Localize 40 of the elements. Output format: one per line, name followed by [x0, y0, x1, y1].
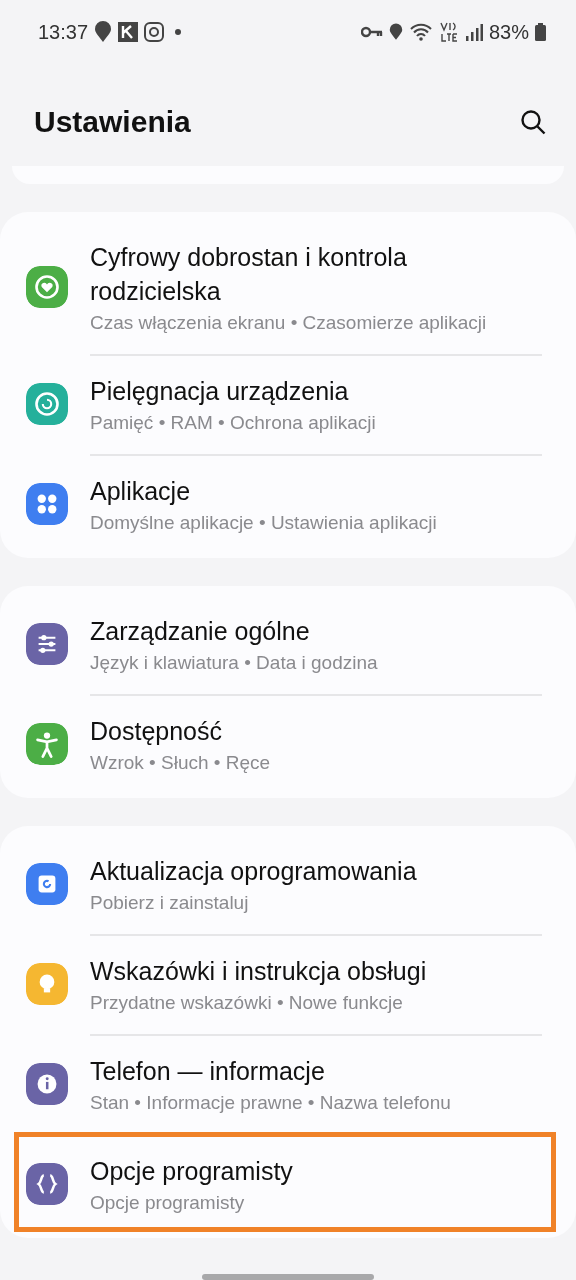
item-title: Aktualizacja oprogramowania [90, 856, 417, 887]
settings-item[interactable]: Aplikacje Domyślne aplikacje • Ustawienia aplikacji [0, 452, 576, 552]
location-icon [388, 22, 403, 42]
battery-percentage: 83% [488, 20, 529, 44]
page-title: Ustawienia [34, 105, 191, 139]
item-title: Wskazówki i instrukcja obsługi [90, 956, 427, 987]
camera-icon [144, 22, 165, 42]
clock: 13:37 [38, 20, 89, 44]
search-icon[interactable] [520, 109, 546, 135]
item-subtitle: Wzrok • Słuch • Ręce [90, 752, 271, 774]
item-subtitle: Pamięć • RAM • Ochrona aplikacji [90, 412, 376, 434]
volte-icon [438, 21, 459, 43]
item-subtitle: Pobierz i zainstaluj [90, 892, 250, 914]
settings-item[interactable]: Cyfrowy dobrostan i kontrola rodzicielska Czas włączenia ekranu • Czasomierze aplikacji [0, 218, 576, 352]
item-subtitle: Język i klawiatura • Data i godzina [90, 652, 378, 674]
item-subtitle: Stan • Informacje prawne • Nazwa telefonu [90, 1092, 451, 1114]
item-title: Pielęgnacja urządzenia [90, 376, 350, 407]
item-subtitle: Opcje programisty [90, 1192, 246, 1214]
item-title: Opcje programisty [90, 1156, 293, 1187]
item-subtitle: Przydatne wskazówki • Nowe funkcje [90, 992, 404, 1014]
wifi-icon [408, 22, 433, 42]
settings-item[interactable]: Zarządzanie ogólne Język i klawiatura • Data i godzina [0, 592, 576, 692]
settings-item[interactable]: Dostępność Wzrok • Słuch • Ręce [0, 692, 576, 792]
key-icon [360, 26, 383, 38]
app-icon [118, 22, 139, 42]
item-title: Dostępność [90, 716, 224, 747]
item-subtitle: Domyślne aplikacje • Ustawienia aplikacji [90, 512, 437, 534]
item-title: Telefon — informacje [90, 1056, 326, 1087]
item-title: Aplikacje [90, 476, 192, 507]
settings-item[interactable]: Aktualizacja oprogramowania Pobierz i zainstaluj [0, 832, 576, 932]
settings-item[interactable]: Wskazówki i instrukcja obsługi Przydatne wskazówki • Nowe funkcje [0, 932, 576, 1032]
item-subtitle: Czas włączenia ekranu • Czasomierze aplikacji [90, 312, 488, 334]
settings-item[interactable]: Telefon — informacje Stan • Informacje prawne • Nazwa telefonu [0, 1032, 576, 1132]
settings-item[interactable]: Pielęgnacja urządzenia Pamięć • RAM • Ochrona aplikacji [0, 352, 576, 452]
item-title: Cyfrowy dobrostan i kontrola rodzicielska [90, 242, 408, 307]
location-icon [94, 21, 113, 43]
battery-icon [535, 23, 546, 41]
signal-icon [464, 23, 483, 41]
item-title: Zarządzanie ogólne [90, 616, 311, 647]
settings-item[interactable]: Opcje programisty Opcje programisty [14, 1132, 556, 1232]
